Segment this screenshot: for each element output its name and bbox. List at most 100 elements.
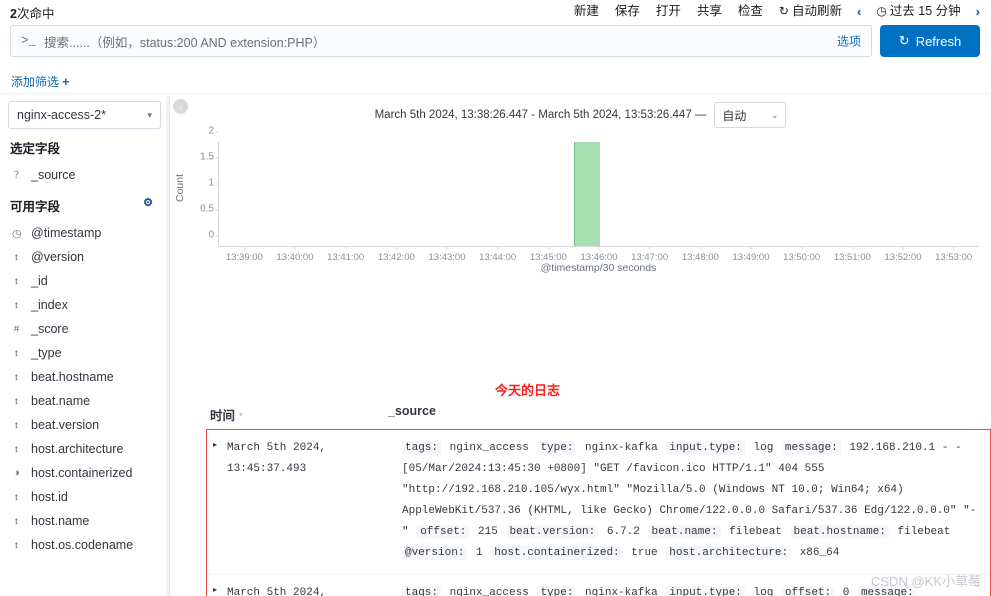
field-name: _source (31, 168, 76, 182)
doc-field-key: message: (781, 441, 841, 455)
search-input[interactable]: >_ 搜索......（例如，status:200 AND extension:… (10, 25, 872, 57)
nav-auto-refresh[interactable]: ↻ 自动刷新 (771, 1, 850, 21)
chart-time-header: March 5th 2024, 13:38:26.447 - March 5th… (170, 102, 991, 128)
chart-x-tick: 13:44:00 (479, 246, 516, 263)
interval-select[interactable]: 自动 ⌄ (714, 102, 787, 128)
time-prev-button[interactable]: ‹ (850, 2, 868, 21)
chart-x-tick: 13:47:00 (631, 246, 668, 263)
nav-save[interactable]: 保存 (607, 1, 648, 21)
field-name: _score (31, 322, 69, 336)
sidebar-field-host-os-codename[interactable]: t host.os.codename (0, 533, 169, 557)
field-name: @timestamp (31, 226, 102, 240)
nav-share[interactable]: 共享 (689, 1, 730, 21)
nav-time-picker[interactable]: ◷ 过去 15 分钟 (868, 1, 968, 21)
field-name: beat.hostname (31, 370, 114, 384)
chart-x-tick: 13:45:00 (530, 246, 567, 263)
sidebar-field-score[interactable]: # _score (0, 317, 169, 341)
top-toolbar: 2次命中 新建 保存 打开 共享 检查 ↻ 自动刷新 ‹ ◷ 过去 15 分钟 … (0, 0, 991, 22)
sidebar-field-beat-hostname[interactable]: t beat.hostname (0, 365, 169, 389)
watermark: CSDN @KK小草莓 (871, 574, 981, 589)
field-type-icon: t (14, 275, 19, 287)
doc-field-key: offset: (417, 525, 470, 539)
field-type-icon: t (14, 299, 19, 311)
expand-row-icon[interactable]: ▸ (207, 583, 227, 596)
chart-x-axis-label: @timestamp/30 seconds (540, 262, 657, 274)
clock-icon: ◷ (12, 227, 22, 240)
field-type-icon: t (14, 395, 19, 407)
chart-x-tick: 13:41:00 (327, 246, 364, 263)
chart-x-tick: 13:50:00 (783, 246, 820, 263)
chart-x-tick: 13:52:00 (885, 246, 921, 263)
refresh-button[interactable]: ↻ Refresh (880, 25, 980, 57)
index-pattern-select[interactable]: nginx-access-2* ▾ (8, 101, 161, 129)
sidebar-field-type[interactable]: t _type (0, 341, 169, 365)
hits-number: 2 (10, 7, 17, 21)
field-type-icon: t (14, 491, 19, 503)
plus-icon: + (62, 74, 70, 89)
sidebar-field-beat-name[interactable]: t beat.name (0, 389, 169, 413)
query-options-link[interactable]: 选项 (837, 33, 861, 50)
field-type-icon: t (14, 539, 19, 551)
field-name: beat.name (31, 394, 91, 408)
chart-x-tick: 13:51:00 (834, 246, 871, 263)
doc-field-key: type: (537, 441, 577, 455)
column-header-source: _source (388, 404, 436, 418)
nav-auto-refresh-label: 自动刷新 (791, 4, 842, 18)
sidebar-scrollbar[interactable] (166, 96, 169, 596)
nav-open[interactable]: 打开 (648, 1, 689, 21)
sidebar-field-host-id[interactable]: t host.id (0, 485, 169, 509)
chart-plot-area[interactable]: 0 0.5 1 1.5 2 13:39:00 13:40:00 13:41:00 13:42:0… (200, 126, 979, 263)
kibana-discover-app: 2次命中 新建 保存 打开 共享 检查 ↻ 自动刷新 ‹ ◷ 过去 15 分钟 … (0, 0, 991, 596)
chart-bar[interactable] (573, 142, 600, 246)
chart-x-tick: 13:48:00 (682, 246, 719, 263)
expand-row-icon[interactable]: ▸ (207, 438, 227, 564)
doc-field-value: nginx_access (443, 442, 536, 454)
sidebar-field-host-name[interactable]: t host.name (0, 509, 169, 533)
sidebar-field-host-architecture[interactable]: t host.architecture (0, 437, 169, 461)
doc-field-value: x86_64 (793, 547, 840, 559)
doc-field-key: beat.version: (506, 525, 599, 539)
sidebar-field-index[interactable]: t _index (0, 293, 169, 317)
sidebar-field-beat-version[interactable]: t beat.version (0, 413, 169, 437)
field-name: _type (31, 346, 62, 360)
prompt-icon: >_ (21, 34, 37, 48)
field-name: host.architecture (31, 442, 124, 456)
chart-y-tick: 1.5 (200, 152, 219, 163)
chart-x-tick: 13:39:00 (226, 246, 263, 263)
main-panel: ‹ March 5th 2024, 13:38:26.447 - March 5… (170, 96, 991, 596)
sidebar-field-timestamp[interactable]: ◷ @timestamp (0, 221, 169, 245)
refresh-button-label: Refresh (915, 33, 962, 49)
annotation-today-logs: 今天的日志 (495, 383, 561, 398)
doc-field-key: input.type: (666, 586, 745, 596)
chart-y-tick: 2 (208, 126, 219, 137)
chart-x-tick: 13:46:00 (581, 246, 617, 263)
gear-icon[interactable]: ⚙ (143, 196, 153, 209)
time-next-button[interactable]: › (969, 2, 987, 21)
nav-inspect[interactable]: 检查 (730, 1, 771, 21)
nav-new[interactable]: 新建 (566, 1, 607, 21)
query-bar: >_ 搜索......（例如，status:200 AND extension:… (10, 25, 981, 57)
doc-table-header: 时间 ▾ _source (210, 404, 991, 424)
sidebar-field-host-containerized[interactable]: ◑ host.containerized (0, 461, 169, 485)
doc-field-value: nginx-kafka (578, 442, 665, 454)
sidebar-field-source[interactable]: ? _source (0, 163, 169, 187)
available-fields-label: 可用字段 (10, 200, 61, 214)
field-sidebar: nginx-access-2* ▾ 选定字段 ? _source 可用字段 ⚙ … (0, 96, 170, 596)
field-name: _id (31, 274, 48, 288)
doc-field-value: true (624, 547, 665, 559)
column-header-time[interactable]: 时间 ▾ (210, 404, 388, 424)
time-range-text: March 5th 2024, 13:38:26.447 - March 5th… (374, 109, 707, 121)
chart-y-axis-label: Count (174, 173, 186, 202)
hits-count: 2次命中 (10, 3, 54, 22)
field-name: @version (31, 250, 84, 264)
boolean-icon: ◑ (13, 467, 20, 479)
doc-field-value: nginx-kafka (578, 587, 665, 596)
index-pattern-value: nginx-access-2* (17, 108, 106, 122)
doc-field-value: 215 (471, 526, 505, 538)
refresh-icon: ↻ (778, 4, 789, 18)
sidebar-field-id[interactable]: t _id (0, 269, 169, 293)
doc-field-value: filebeat (722, 526, 789, 538)
table-row[interactable]: ▸March 5th 2024, 13:45:37.493 tags: nginx… (207, 430, 990, 575)
sidebar-field-version[interactable]: t @version (0, 245, 169, 269)
add-filter-button[interactable]: 添加筛选 + (11, 73, 70, 90)
